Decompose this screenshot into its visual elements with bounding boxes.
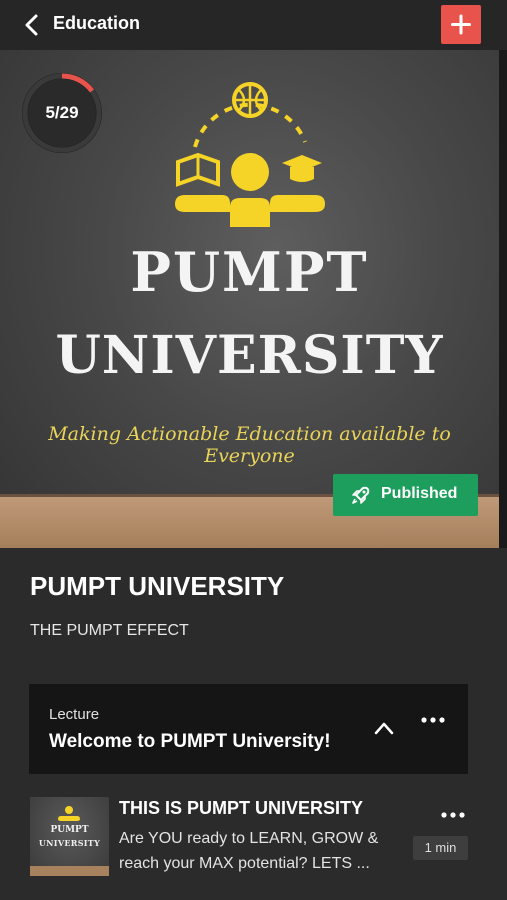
lesson-thumbnail[interactable]: PUMPT UNIVERSITY bbox=[30, 797, 109, 876]
wooden-table bbox=[30, 866, 109, 876]
more-options-icon[interactable] bbox=[440, 810, 466, 820]
course-subtitle: THE PUMPT EFFECT bbox=[30, 622, 189, 639]
published-badge[interactable]: Published bbox=[333, 474, 478, 516]
duration-badge: 1 min bbox=[413, 836, 468, 860]
published-label: Published bbox=[381, 485, 458, 502]
add-button[interactable] bbox=[441, 5, 481, 44]
education-logo-icon bbox=[58, 806, 80, 821]
lesson-description: Are YOU ready to LEARN, GROW & reach you… bbox=[119, 830, 379, 872]
education-logo-icon bbox=[175, 82, 325, 227]
cover-title-line1: PUMPT bbox=[130, 240, 369, 304]
rocket-icon bbox=[352, 486, 370, 504]
plus-icon bbox=[451, 14, 471, 35]
more-options-icon[interactable] bbox=[420, 714, 446, 726]
chevron-up-icon[interactable] bbox=[372, 718, 396, 738]
course-cover-image[interactable]: 5/29 PUMPT UNIVERSITY Making Actionable … bbox=[0, 50, 499, 548]
thumbnail-title-line1: PUMPT bbox=[50, 825, 89, 835]
course-title: PUMPT UNIVERSITY bbox=[30, 571, 285, 601]
lecture-section-card[interactable]: Lecture Welcome to PUMPT University! bbox=[29, 684, 468, 774]
cover-title-line2: UNIVERSITY bbox=[55, 325, 444, 386]
section-title: Welcome to PUMPT University! bbox=[49, 731, 331, 752]
thumbnail-title-line2: UNIVERSITY bbox=[38, 838, 101, 848]
chevron-left-icon bbox=[25, 14, 38, 36]
top-bar: Education bbox=[0, 0, 507, 50]
progress-label: 5/29 bbox=[45, 103, 79, 122]
back-button[interactable] bbox=[20, 12, 46, 38]
lesson-title[interactable]: THIS IS PUMPT UNIVERSITY bbox=[119, 798, 363, 819]
section-type-label: Lecture bbox=[49, 706, 100, 723]
page-title: Education bbox=[53, 13, 141, 33]
cover-tagline: Making Actionable Education available to… bbox=[48, 423, 451, 467]
cover-edge-strip bbox=[499, 50, 507, 548]
